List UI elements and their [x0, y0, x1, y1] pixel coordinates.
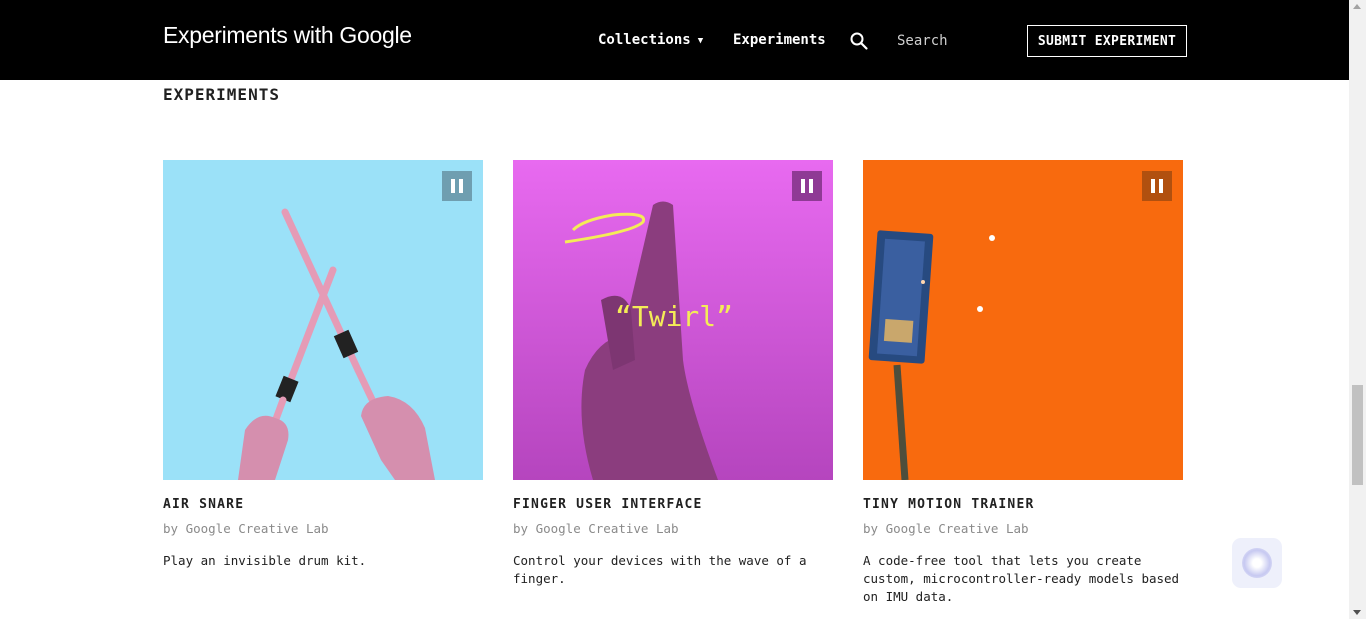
pause-icon-bar	[809, 179, 813, 193]
search-input[interactable]	[897, 30, 1007, 52]
section-heading: EXPERIMENTS	[163, 85, 280, 104]
top-navigation-bar: Experiments with Google Collections ▼ Exp…	[0, 0, 1349, 80]
card-title[interactable]: AIR SNARE	[163, 497, 483, 512]
overlay-caption: “Twirl”	[615, 300, 734, 333]
nav-collections-label: Collections	[598, 32, 691, 48]
scroll-down-arrow-icon[interactable]	[1353, 610, 1361, 615]
card-author: by Google Creative Lab	[513, 521, 679, 536]
nav-collections[interactable]: Collections ▼	[598, 32, 703, 48]
chat-widget-button[interactable]	[1232, 538, 1282, 588]
card-description: Control your devices with the wave of a …	[513, 553, 807, 586]
pause-icon-bar	[1151, 179, 1155, 193]
pause-button[interactable]	[1142, 171, 1172, 201]
experiment-thumbnail[interactable]: “Twirl”	[513, 160, 833, 480]
search-icon[interactable]	[849, 31, 869, 51]
card-title[interactable]: FINGER USER INTERFACE	[513, 497, 833, 512]
scrollbar-thumb[interactable]	[1352, 385, 1363, 485]
scroll-up-arrow-icon[interactable]	[1353, 4, 1361, 9]
drumsticks-illustration	[238, 208, 435, 480]
pause-icon-bar	[451, 179, 455, 193]
card-title[interactable]: TINY MOTION TRAINER	[863, 497, 1183, 512]
card-author: by Google Creative Lab	[163, 521, 329, 536]
experiment-card-tiny-motion-trainer[interactable]: TINY MOTION TRAINER by Google Creative L…	[863, 160, 1183, 606]
card-author: by Google Creative Lab	[863, 521, 1029, 536]
experiment-thumbnail[interactable]	[863, 160, 1183, 480]
assistant-orb-icon	[1242, 548, 1272, 578]
experiment-card-air-snare[interactable]: AIR SNARE by Google Creative Lab Play an…	[163, 160, 483, 570]
experiment-card-finger-user-interface[interactable]: “Twirl” FINGER USER INTERFACE by Google …	[513, 160, 833, 588]
card-description: A code-free tool that lets you create cu…	[863, 553, 1180, 604]
experiment-thumbnail[interactable]	[163, 160, 483, 480]
pause-button[interactable]	[442, 171, 472, 201]
pause-button[interactable]	[792, 171, 822, 201]
site-logo[interactable]: Experiments with Google	[163, 22, 412, 49]
submit-experiment-button[interactable]: SUBMIT EXPERIMENT	[1027, 25, 1187, 57]
card-description: Play an invisible drum kit.	[163, 553, 367, 568]
page-scrollbar[interactable]	[1349, 0, 1366, 619]
pause-icon-bar	[801, 179, 805, 193]
nav-experiments[interactable]: Experiments	[733, 32, 826, 48]
pause-icon-bar	[1159, 179, 1163, 193]
pause-icon-bar	[459, 179, 463, 193]
caret-down-icon: ▼	[697, 36, 704, 46]
microcontroller-illustration	[868, 230, 995, 480]
